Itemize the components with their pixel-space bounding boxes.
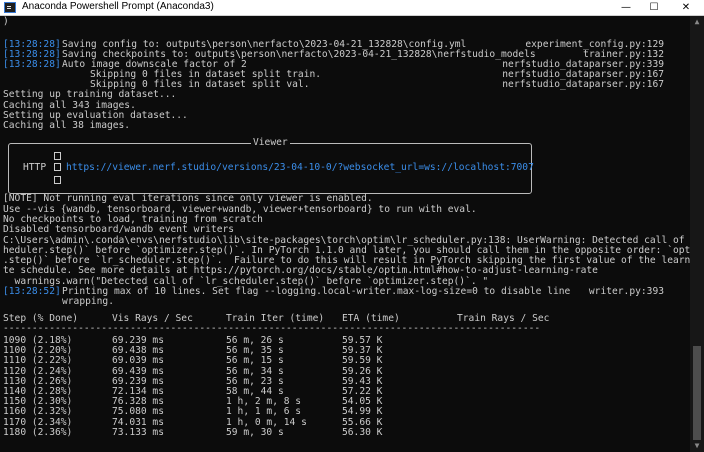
box-glyph-icon — [54, 176, 61, 184]
scroll-thumb[interactable] — [693, 346, 701, 440]
maximize-button[interactable]: ☐ — [640, 0, 668, 15]
log-message: Printing max of 10 lines. Set flag --log… — [62, 286, 571, 297]
output-line: ) — [3, 16, 9, 27]
title-bar[interactable]: Anaconda Powershell Prompt (Anaconda3) —… — [0, 0, 704, 16]
warning-line: te schedule. See more details at https:/… — [3, 265, 598, 276]
note-line: [NOTE] Not running eval iterations since… — [3, 193, 373, 204]
setup-line: Caching all 38 images. — [3, 120, 131, 131]
log-source: writer.py:393 — [588, 286, 664, 297]
scroll-down-arrow-icon[interactable]: ▼ — [690, 440, 704, 452]
log-source: nerfstudio_dataparser.py:167 — [502, 79, 664, 90]
viewer-link[interactable]: https://viewer.nerf.studio/versions/23-0… — [66, 162, 534, 173]
viewer-panel: Viewer HTTP https://viewer.nerf.studio/v… — [8, 137, 534, 194]
table-cell: 1180 (2.36%) — [3, 426, 73, 438]
setup-line: Setting up training dataset... — [3, 89, 177, 100]
terminal-window: Anaconda Powershell Prompt (Anaconda3) —… — [0, 0, 704, 452]
viewer-title: Viewer — [251, 137, 290, 149]
http-label: HTTP — [23, 162, 47, 173]
box-glyph-icon — [54, 152, 61, 160]
window-title: Anaconda Powershell Prompt (Anaconda3) — [22, 1, 214, 12]
scroll-up-arrow-icon[interactable]: ▲ — [690, 16, 704, 28]
note-line: Disabled tensorboard/wandb event writers — [3, 224, 235, 235]
box-glyph-icon — [54, 163, 61, 171]
log-message: wrapping. — [62, 296, 114, 307]
minimize-button[interactable]: — — [612, 0, 640, 15]
powershell-icon — [4, 2, 16, 13]
log-timestamp: [13:28:28] — [3, 59, 61, 70]
vertical-scrollbar[interactable]: ▲ ▼ — [690, 16, 704, 452]
table-cell: 56.30 K — [342, 426, 383, 438]
table-cell: 73.133 ms — [112, 426, 164, 438]
close-button[interactable]: ✕ — [672, 0, 700, 15]
table-cell: 59 m, 30 s — [226, 426, 284, 438]
log-timestamp: [13:28:52] — [3, 286, 61, 297]
table-separator: ----------------------------------------… — [3, 323, 541, 334]
terminal-output[interactable]: ) [13:28:28] Saving config to: outputs\p… — [0, 16, 690, 452]
